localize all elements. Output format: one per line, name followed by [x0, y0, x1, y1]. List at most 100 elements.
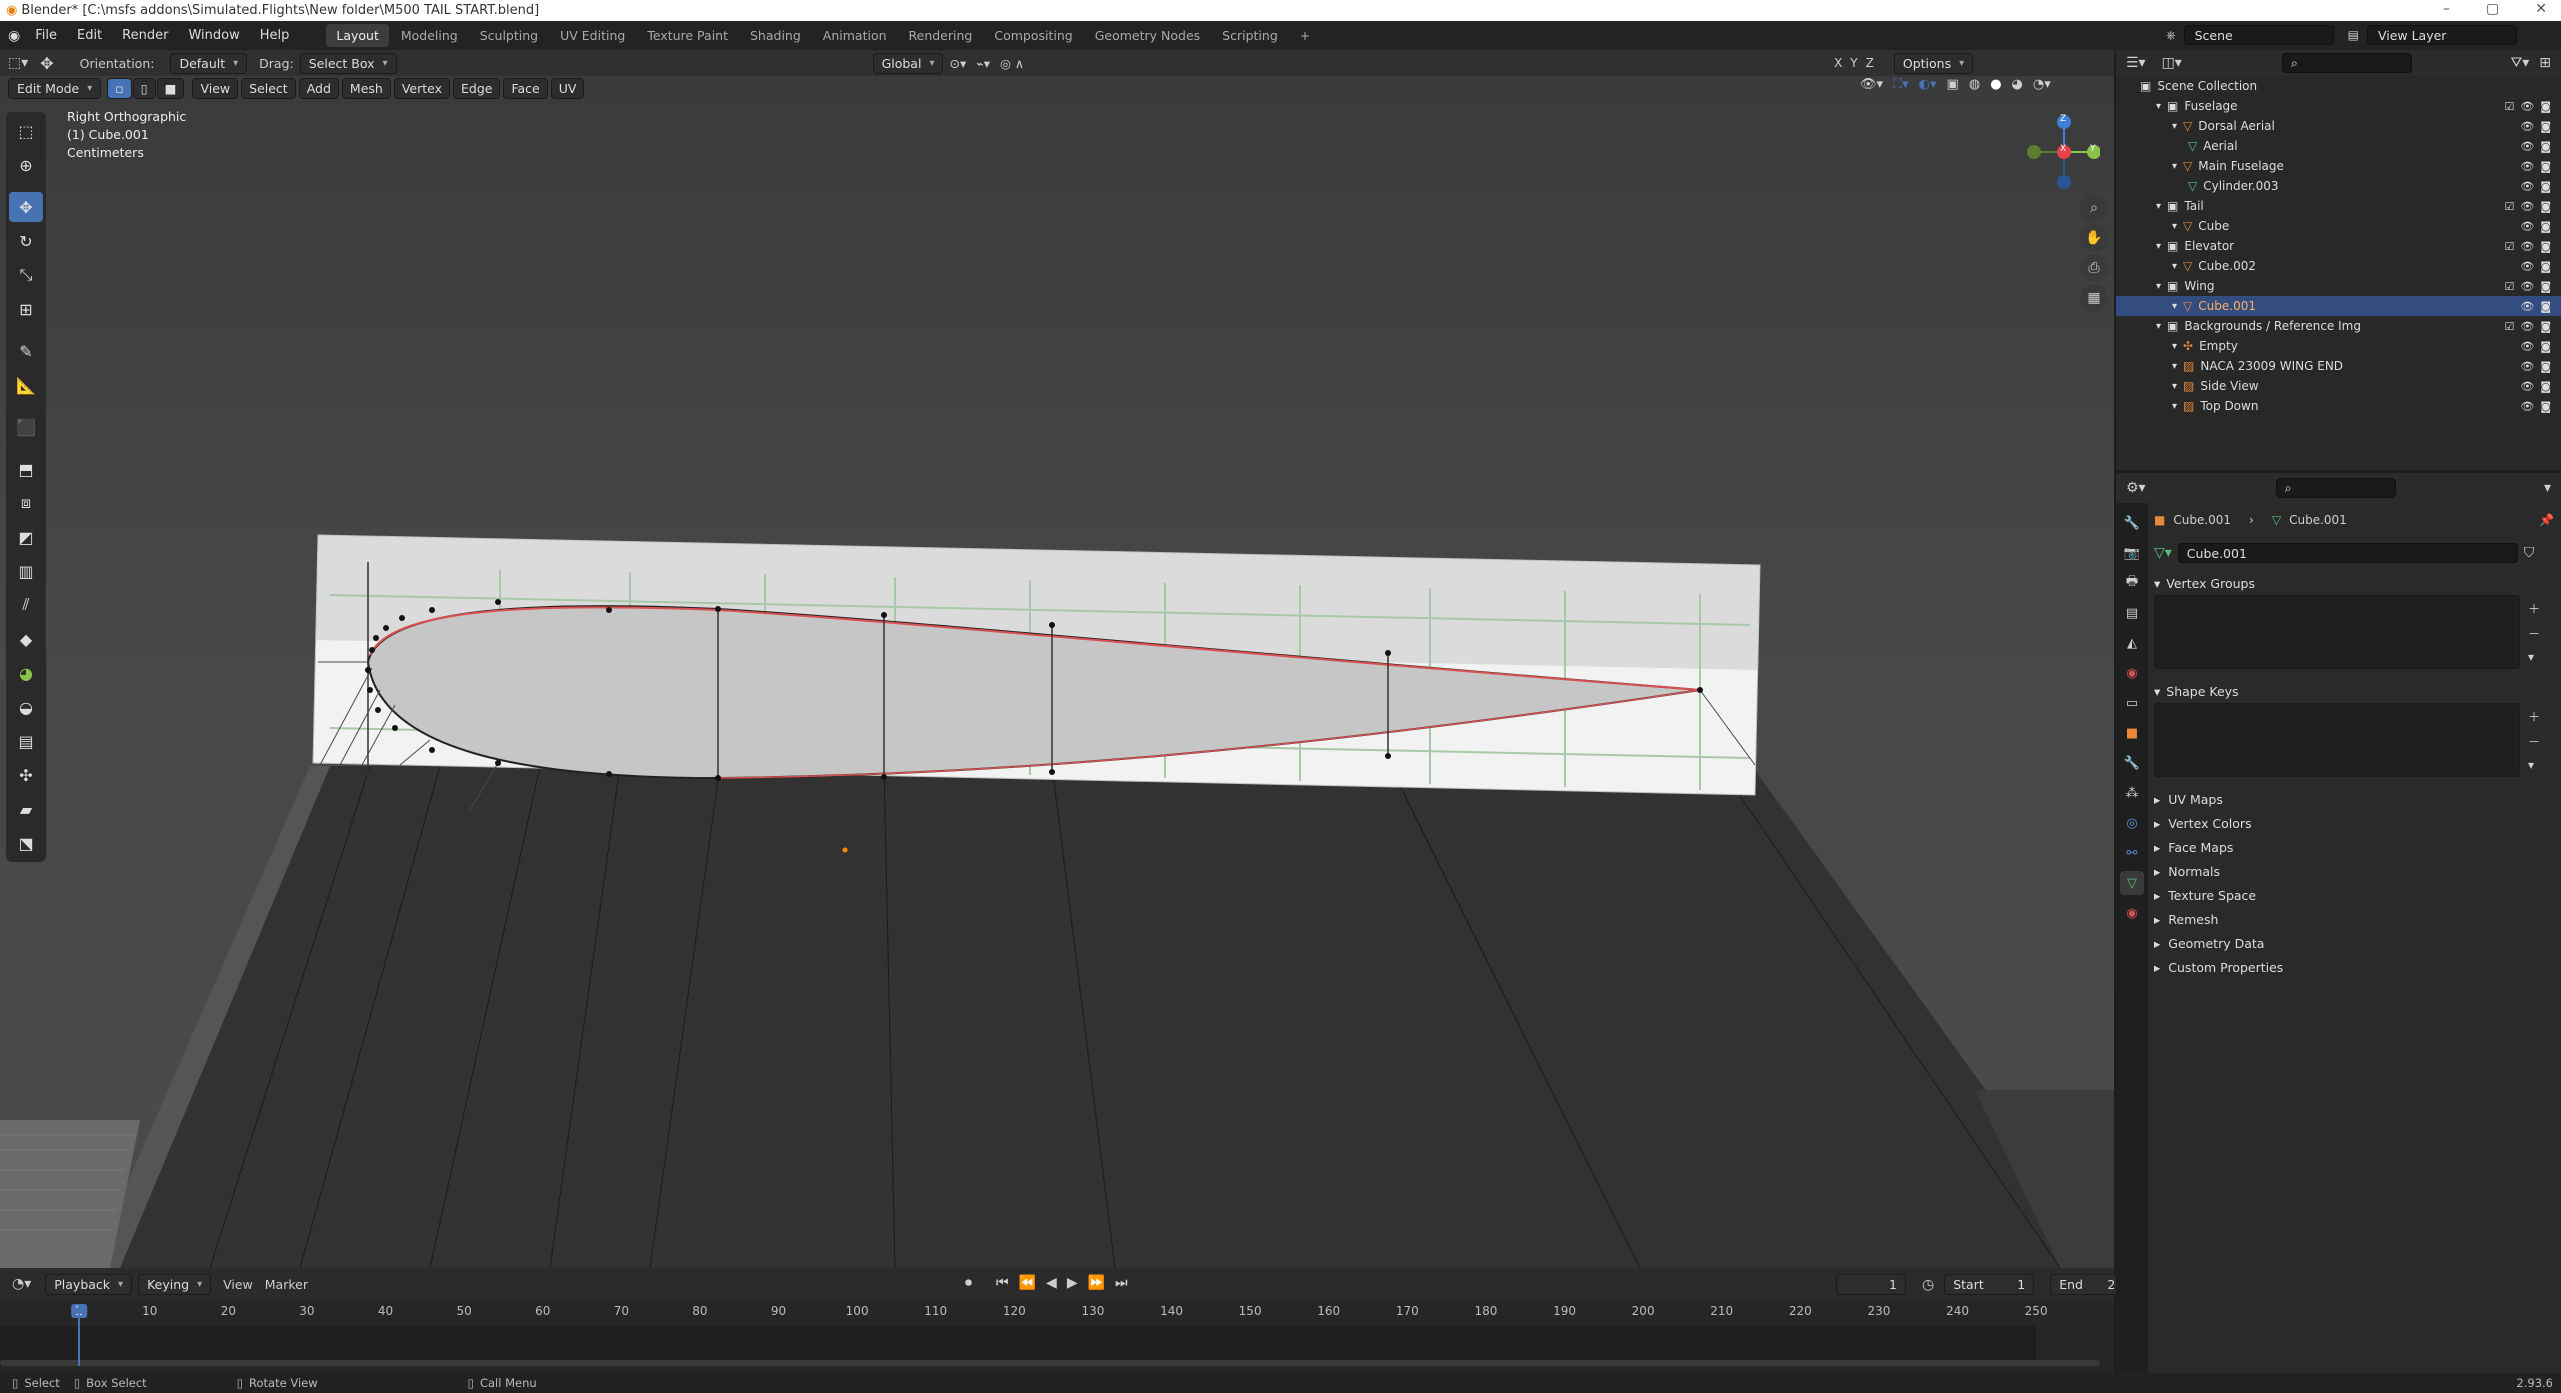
exclude-checkbox-icon[interactable]: ☑ — [2504, 280, 2514, 293]
eye-icon[interactable]: 👁 — [2520, 260, 2534, 273]
menu-render[interactable]: Render — [113, 25, 177, 46]
camera-render-icon[interactable]: ◙ — [2540, 280, 2551, 293]
eye-icon[interactable]: 👁 — [2520, 180, 2534, 193]
exclude-checkbox-icon[interactable]: ☑ — [2504, 200, 2514, 213]
exclude-checkbox-icon[interactable]: ☑ — [2504, 100, 2514, 113]
outliner-row-cube-002[interactable]: ▾ ▽ Cube.002 👁 ◙ — [2116, 256, 2561, 276]
eye-icon[interactable]: 👁 — [2520, 140, 2534, 153]
outliner-row-dorsal-aerial[interactable]: ▾ ▽ Dorsal Aerial 👁 ◙ — [2116, 116, 2561, 136]
remove-vertex-group-button[interactable]: － — [2528, 625, 2540, 642]
expand-chevron-icon[interactable]: ▾ — [2172, 361, 2177, 372]
outliner-editor-icon[interactable]: ☰▾ — [2126, 55, 2146, 71]
timeline-scrollbar[interactable] — [0, 1360, 2100, 1366]
timeline-view-menu[interactable]: View — [223, 1277, 253, 1292]
menu-edit[interactable]: Edit — [68, 25, 111, 46]
new-collection-icon[interactable]: ⊞ — [2539, 55, 2551, 71]
camera-render-icon[interactable]: ◙ — [2540, 300, 2551, 313]
transform-tool-icon[interactable]: ⊞ — [9, 294, 43, 324]
panel-normals[interactable]: ▸ Normals — [2154, 859, 2554, 883]
panel-texture-space[interactable]: ▸ Texture Space — [2154, 883, 2554, 907]
object-tab-icon[interactable]: ■ — [2120, 721, 2144, 745]
outliner-row-wing[interactable]: ▾ ▣ Wing ☑ 👁 ◙ — [2116, 276, 2561, 296]
tab-modeling[interactable]: Modeling — [391, 24, 468, 47]
playback-menu[interactable]: Playback ▾ — [45, 1273, 133, 1295]
camera-render-icon[interactable]: ◙ — [2540, 120, 2551, 133]
expand-chevron-icon[interactable]: ▾ — [2172, 301, 2177, 312]
exclude-checkbox-icon[interactable]: ☑ — [2504, 240, 2514, 253]
play-icon[interactable]: ▶ — [1067, 1275, 1078, 1291]
outliner-row-elevator[interactable]: ▾ ▣ Elevator ☑ 👁 ◙ — [2116, 236, 2561, 256]
eye-icon[interactable]: 👁 — [2520, 100, 2534, 113]
scene-tab-icon[interactable]: ◭ — [2120, 631, 2144, 655]
vertex-groups-list[interactable] — [2154, 595, 2520, 669]
camera-render-icon[interactable]: ◙ — [2540, 320, 2551, 333]
add-vertex-group-button[interactable]: ＋ — [2528, 600, 2540, 617]
particles-tab-icon[interactable]: ⁂ — [2120, 781, 2144, 805]
playhead-line[interactable] — [78, 1304, 80, 1366]
measure-tool-icon[interactable]: 📐 — [9, 370, 43, 400]
eye-icon[interactable]: 👁 — [2520, 380, 2534, 393]
inset-tool-icon[interactable]: ⧈ — [9, 488, 43, 518]
shape-keys-list[interactable] — [2154, 703, 2520, 777]
navigation-gizmo[interactable]: Z X Y — [2010, 108, 2101, 198]
render-tab-icon[interactable]: 📷 — [2120, 541, 2144, 565]
menu-help[interactable]: Help — [251, 25, 299, 46]
knife-tool-icon[interactable]: ⫽ — [9, 590, 43, 620]
camera-render-icon[interactable]: ◙ — [2540, 380, 2551, 393]
timeline-marker-menu[interactable]: Marker — [265, 1277, 308, 1292]
outliner-row-backgrounds-reference-img[interactable]: ▾ ▣ Backgrounds / Reference Img ☑ 👁 ◙ — [2116, 316, 2561, 336]
menu-file[interactable]: File — [26, 25, 66, 46]
physics-tab-icon[interactable]: ◎ — [2120, 811, 2144, 835]
eye-icon[interactable]: 👁 — [2520, 160, 2534, 173]
3d-viewport[interactable]: ⬚▾ ✥ Orientation: Default ▾ Drag: Select … — [0, 50, 2114, 1268]
bevel-tool-icon[interactable]: ◩ — [9, 522, 43, 552]
menu-window[interactable]: Window — [179, 25, 248, 46]
outliner-row-main-fuselage[interactable]: ▾ ▽ Main Fuselage 👁 ◙ — [2116, 156, 2561, 176]
start-frame-field[interactable]: Start 1 — [1944, 1274, 2035, 1295]
camera-render-icon[interactable]: ◙ — [2540, 140, 2551, 153]
tab-layout[interactable]: Layout — [326, 24, 389, 47]
expand-chevron-icon[interactable]: ▾ — [2156, 101, 2161, 112]
display-mode-icon[interactable]: ◫▾ — [2162, 55, 2182, 71]
outliner-row-cylinder-003[interactable]: ▽ Cylinder.003 👁 ◙ — [2116, 176, 2561, 196]
tab-texture-paint[interactable]: Texture Paint — [637, 24, 738, 47]
outliner-row-cube-001[interactable]: ▾ ▽ Cube.001 👁 ◙ — [2116, 296, 2561, 316]
expand-chevron-icon[interactable]: ▾ — [2172, 401, 2177, 412]
minimize-button[interactable]: – — [2443, 1, 2450, 17]
shrink-fatten-tool-icon[interactable]: ✣ — [9, 760, 43, 790]
spin-tool-icon[interactable]: ◕ — [9, 658, 43, 688]
camera-render-icon[interactable]: ◙ — [2540, 340, 2551, 353]
clock-icon[interactable]: ◷ — [1922, 1277, 1934, 1293]
eye-icon[interactable]: 👁 — [2520, 400, 2534, 413]
outliner-row-fuselage[interactable]: ▾ ▣ Fuselage ☑ 👁 ◙ — [2116, 96, 2561, 116]
maximize-button[interactable]: ▢ — [2486, 1, 2499, 17]
panel-options-chevron-icon[interactable]: ▾ — [2544, 480, 2551, 496]
smooth-tool-icon[interactable]: ◒ — [9, 692, 43, 722]
close-button[interactable]: ✕ — [2535, 1, 2547, 17]
tab-uv-editing[interactable]: UV Editing — [550, 24, 635, 47]
camera-render-icon[interactable]: ◙ — [2540, 360, 2551, 373]
outliner-row-naca-23009-wing-end[interactable]: ▾ ▨ NACA 23009 WING END 👁 ◙ — [2116, 356, 2561, 376]
current-frame-field[interactable]: 1 — [1836, 1274, 1906, 1295]
panel-vertex-colors[interactable]: ▸ Vertex Colors — [2154, 811, 2554, 835]
add-cube-tool-icon[interactable]: ⬛ — [9, 412, 43, 442]
tab-sculpting[interactable]: Sculpting — [470, 24, 548, 47]
add-shape-key-button[interactable]: ＋ — [2528, 708, 2540, 725]
edge-slide-tool-icon[interactable]: ▤ — [9, 726, 43, 756]
camera-icon[interactable]: ⎙ — [2080, 254, 2108, 282]
frame-ruler[interactable]: 1102030405060708090100110120130140150160… — [0, 1304, 2114, 1324]
move-tool-icon[interactable]: ✥ — [9, 192, 43, 222]
outliner-row-cube[interactable]: ▾ ▽ Cube 👁 ◙ — [2116, 216, 2561, 236]
tab-rendering[interactable]: Rendering — [899, 24, 983, 47]
expand-chevron-icon[interactable]: ▾ — [2172, 341, 2177, 352]
panel-geometry-data[interactable]: ▸ Geometry Data — [2154, 931, 2554, 955]
annotate-tool-icon[interactable]: ✎ — [9, 336, 43, 366]
shear-tool-icon[interactable]: ▰ — [9, 794, 43, 824]
eye-icon[interactable]: 👁 — [2520, 300, 2534, 313]
tool-tab-icon[interactable]: 🔧 — [2120, 511, 2144, 535]
zoom-icon[interactable]: ⌕ — [2080, 194, 2108, 222]
rotate-tool-icon[interactable]: ↻ — [9, 226, 43, 256]
expand-chevron-icon[interactable]: ▾ — [2156, 321, 2161, 332]
view-layer-tab-icon[interactable]: ▤ — [2120, 601, 2144, 625]
properties-editor-icon[interactable]: ⚙▾ — [2126, 480, 2146, 496]
